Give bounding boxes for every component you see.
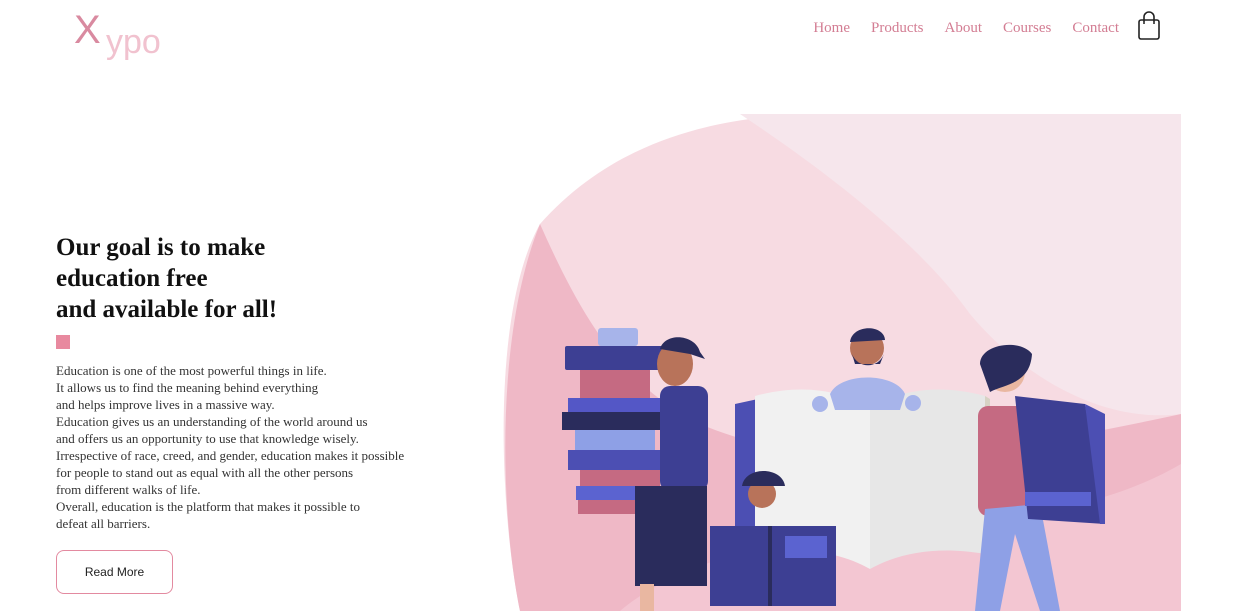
logo-text: ypo (106, 23, 161, 61)
description-line: Education gives us an understanding of t… (56, 414, 368, 429)
nav-about[interactable]: About (945, 18, 983, 38)
read-more-button[interactable]: Read More (56, 550, 173, 594)
description-line: and helps improve lives in a massive way… (56, 397, 275, 412)
nav-courses[interactable]: Courses (1003, 18, 1051, 38)
description-line: and offers us an opportunity to use that… (56, 431, 359, 446)
description-line: Irrespective of race, creed, and gender,… (56, 448, 405, 463)
nav-contact[interactable]: Contact (1072, 18, 1119, 38)
nav-home[interactable]: Home (813, 18, 850, 38)
accent-square (56, 335, 70, 349)
description-line: defeat all barriers. (56, 516, 151, 531)
hero-title: Our goal is to make education free and a… (56, 232, 356, 325)
description-line: from different walks of life. (56, 482, 201, 497)
nav-products[interactable]: Products (871, 18, 924, 38)
logo-x: X (74, 8, 101, 52)
shopping-bag-icon[interactable] (1137, 11, 1161, 41)
description-line: Education is one of the most powerful th… (56, 363, 327, 378)
hero-title-line: Our goal is to make (56, 234, 266, 261)
description-line: for people to stand out as equal with al… (56, 465, 354, 480)
hero-title-line: and available for all! (56, 296, 278, 323)
description-line: Overall, education is the platform that … (56, 499, 360, 514)
hero-description: Education is one of the most powerful th… (56, 362, 476, 532)
hero-title-line: education free (56, 265, 208, 292)
description-line: It allows us to find the meaning behind … (56, 380, 319, 395)
main-nav: Home Products About Courses Contact (792, 18, 1119, 38)
hero-illustration (500, 114, 1181, 611)
